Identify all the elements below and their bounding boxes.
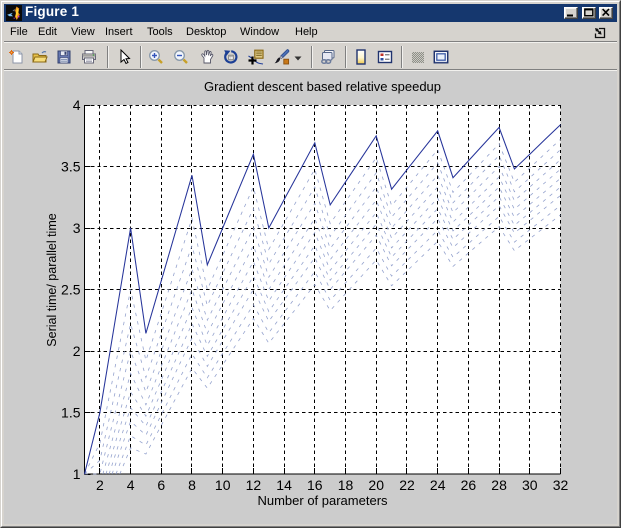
svg-text:Serial time/ parallel time: Serial time/ parallel time [45,213,59,346]
svg-text:26: 26 [461,477,477,493]
svg-text:2: 2 [96,477,104,493]
svg-text:1.5: 1.5 [61,405,81,421]
svg-text:22: 22 [399,477,415,493]
svg-text:8: 8 [188,477,196,493]
svg-text:1: 1 [73,466,81,482]
svg-text:12: 12 [246,477,262,493]
svg-text:2.5: 2.5 [61,282,81,298]
svg-text:4: 4 [127,477,135,493]
svg-text:18: 18 [338,477,354,493]
svg-text:30: 30 [522,477,538,493]
svg-text:3: 3 [73,220,81,236]
svg-text:32: 32 [553,477,569,493]
svg-text:Number of parameters: Number of parameters [257,493,388,508]
svg-text:6: 6 [157,477,165,493]
svg-text:24: 24 [430,477,446,493]
svg-text:10: 10 [215,477,231,493]
svg-text:28: 28 [491,477,507,493]
svg-text:4: 4 [73,97,81,113]
svg-text:16: 16 [307,477,323,493]
svg-text:20: 20 [368,477,384,493]
svg-text:Gradient descent based relativ: Gradient descent based relative speedup [204,79,441,94]
svg-text:2: 2 [73,343,81,359]
svg-text:14: 14 [276,477,292,493]
svg-text:3.5: 3.5 [61,159,81,175]
